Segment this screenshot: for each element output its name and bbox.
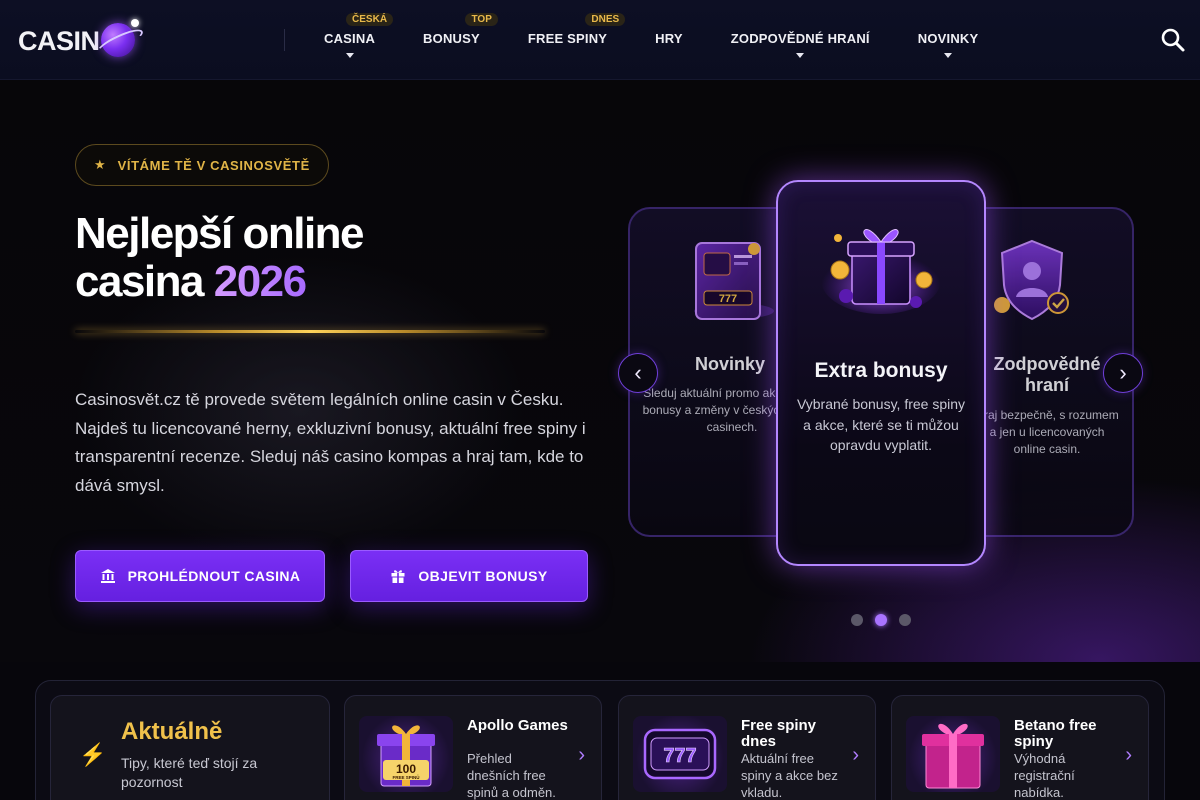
discover-bonuses-button[interactable]: OBJEVIT BONUSY bbox=[350, 550, 588, 602]
search-icon bbox=[1161, 28, 1185, 52]
nav-item-hry[interactable]: HRY bbox=[631, 0, 707, 80]
pink-gift-icon bbox=[922, 723, 984, 789]
carousel-next-button[interactable]: › bbox=[1103, 353, 1143, 393]
promo-title: Apollo Games bbox=[467, 717, 568, 734]
promo-thumb-slot: 777 bbox=[633, 716, 727, 792]
nav-label: CASINA bbox=[324, 31, 376, 46]
promo-thumb-gift bbox=[906, 716, 1000, 792]
gold-divider bbox=[75, 330, 545, 333]
nav-item-bonusy[interactable]: TOP BONUSY bbox=[399, 0, 504, 80]
thumb-subtext: FREE SPINŮ bbox=[392, 773, 419, 780]
slot-777-icon: 777 bbox=[643, 728, 717, 780]
carousel-card-extra-bonusy[interactable]: Extra bonusy Vybrané bonusy, free spiny … bbox=[776, 180, 986, 566]
nav-label: ZODPOVĚDNÉ HRANÍ bbox=[730, 31, 870, 46]
promo-desc: Přehled dnešních free spinů a odměn. bbox=[467, 751, 556, 800]
hero-title-year: 2026 bbox=[213, 257, 307, 306]
news-subtitle: Tipy, které teď stojí za pozornost bbox=[121, 755, 258, 790]
nav-badge: TOP bbox=[465, 13, 498, 26]
hero-section: ★ VÍTÁME TĚ V CASINOSVĚTĚ Nejlepší onlin… bbox=[0, 80, 1200, 662]
svg-text:777: 777 bbox=[719, 293, 737, 305]
site-header: CASIN ČESKÁ CASINA TOP BONUSY DNES FREE … bbox=[0, 0, 1200, 80]
chevron-right-icon: › bbox=[1119, 360, 1127, 385]
chevron-left-icon: ‹ bbox=[634, 360, 642, 385]
promo-title: Betano free spiny bbox=[1014, 717, 1097, 750]
promo-card-apollo-games[interactable]: 100 FREE SPINŮ Apollo Games Přehled dneš… bbox=[344, 695, 602, 800]
discover-bonuses-label: OBJEVIT BONUSY bbox=[418, 568, 548, 584]
carousel-dot[interactable] bbox=[851, 614, 863, 626]
news-tablet-icon: 777 bbox=[694, 242, 774, 320]
news-title: Aktuálně bbox=[121, 718, 223, 745]
bank-icon bbox=[100, 569, 115, 583]
carousel-dots bbox=[851, 614, 911, 626]
nav-item-zodpovedne-hrani[interactable]: ZODPOVĚDNÉ HRANÍ bbox=[707, 0, 894, 80]
chevron-right-icon: › bbox=[578, 744, 585, 766]
promo-desc: Aktuální free spiny a akce bez vkladu. bbox=[741, 751, 838, 800]
site-logo[interactable]: CASIN bbox=[18, 19, 139, 60]
nav-label: FREE SPINY bbox=[527, 31, 608, 46]
caret-down-icon bbox=[796, 53, 805, 58]
browse-casinos-button[interactable]: PROHLÉDNOUT CASINA bbox=[75, 550, 325, 602]
news-card: ⚡ Aktuálně Tipy, které teď stojí za pozo… bbox=[50, 695, 330, 800]
carousel-dot-active[interactable] bbox=[875, 614, 887, 626]
globe-icon bbox=[100, 19, 139, 57]
nav-badge: ČESKÁ bbox=[346, 13, 394, 26]
search-button[interactable] bbox=[1160, 27, 1186, 53]
chevron-right-icon: › bbox=[852, 744, 859, 766]
promo-desc: Výhodná registrační nabídka. bbox=[1014, 751, 1075, 800]
nav-label: NOVINKY bbox=[917, 31, 979, 46]
card-text: Vybrané bonusy, free spiny a akce, které… bbox=[796, 396, 966, 453]
gift-box-icon bbox=[821, 229, 941, 314]
logo-text: CASIN bbox=[18, 25, 100, 56]
nav-item-casina[interactable]: ČESKÁ CASINA bbox=[300, 0, 399, 80]
caret-down-icon bbox=[944, 53, 953, 58]
card-title: Extra bonusy bbox=[814, 359, 948, 382]
hero-title-line1: Nejlepší online bbox=[75, 209, 365, 258]
nav-item-novinky[interactable]: NOVINKY bbox=[894, 0, 1003, 80]
star-icon: ★ bbox=[94, 157, 106, 172]
main-nav: ČESKÁ CASINA TOP BONUSY DNES FREE SPINY … bbox=[300, 0, 1002, 80]
nav-divider bbox=[284, 29, 285, 51]
welcome-text: VÍTÁME TĚ V CASINOSVĚTĚ bbox=[117, 157, 310, 173]
gift-100-icon: 100 FREE SPINŮ bbox=[377, 725, 435, 787]
nav-label: HRY bbox=[655, 31, 683, 46]
chevron-right-icon: › bbox=[1125, 744, 1132, 766]
card-text: Hraj bezpečně, s rozumem a jen u licenco… bbox=[975, 408, 1119, 456]
carousel-dot[interactable] bbox=[899, 614, 911, 626]
nav-label: BONUSY bbox=[423, 31, 480, 46]
promo-thumb-gift: 100 FREE SPINŮ bbox=[359, 716, 453, 792]
gift-icon bbox=[391, 570, 405, 583]
carousel-prev-button[interactable]: ‹ bbox=[618, 353, 658, 393]
nav-item-free-spiny[interactable]: DNES FREE SPINY bbox=[504, 0, 631, 80]
shield-user-icon bbox=[994, 239, 1069, 321]
promo-card-free-spiny-dnes[interactable]: 777 Free spiny dnes Aktuální free spiny … bbox=[618, 695, 876, 800]
lightning-icon: ⚡ bbox=[79, 742, 107, 767]
hero-title-line2: casina bbox=[75, 257, 204, 306]
nav-badge: DNES bbox=[585, 13, 626, 26]
browse-casinos-label: PROHLÉDNOUT CASINA bbox=[127, 568, 301, 584]
caret-down-icon bbox=[345, 53, 354, 58]
thumb-number: 100 bbox=[396, 762, 416, 776]
promo-title: Free spiny dnes bbox=[741, 717, 817, 750]
hero-description: Casinosvět.cz tě provede světem legálníc… bbox=[75, 390, 586, 495]
welcome-badge: ★ VÍTÁME TĚ V CASINOSVĚTĚ bbox=[75, 144, 329, 186]
card-title: Zodpovědné hraní bbox=[993, 354, 1101, 395]
hero-title: Nejlepší online casina 2026 bbox=[75, 210, 555, 306]
thumb-number: 777 bbox=[663, 745, 696, 767]
promo-card-betano-free-spiny[interactable]: Betano free spiny Výhodná registrační na… bbox=[891, 695, 1149, 800]
